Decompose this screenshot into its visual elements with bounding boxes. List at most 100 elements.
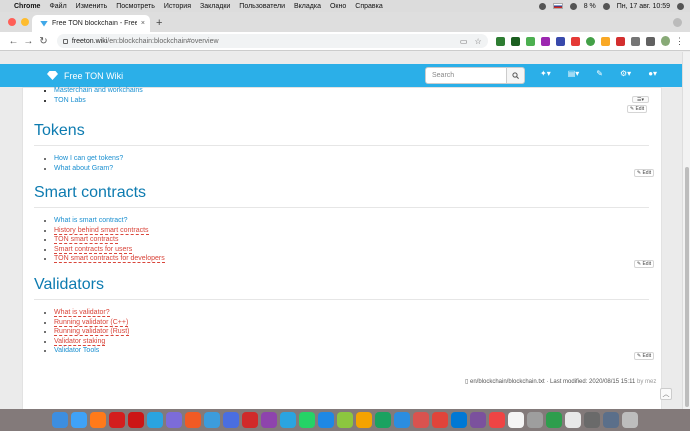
search-spotlight-icon[interactable] xyxy=(602,2,610,10)
app-icon[interactable] xyxy=(356,412,372,428)
battery-level[interactable]: 8 % xyxy=(584,3,596,10)
tools-icon[interactable]: ✦▾ xyxy=(540,69,551,78)
trash-icon[interactable] xyxy=(622,412,638,428)
puzzle-icon[interactable] xyxy=(645,36,655,46)
wiki-brand[interactable]: Free TON Wiki xyxy=(64,71,123,81)
back-to-top-button[interactable]: ︿ xyxy=(660,388,672,400)
extension-icon[interactable] xyxy=(540,36,550,46)
user-icon[interactable]: ●▾ xyxy=(648,69,657,78)
calendar-icon[interactable] xyxy=(508,412,524,428)
app-icon[interactable] xyxy=(166,412,182,428)
profile-avatar[interactable] xyxy=(660,36,670,46)
firefox-icon[interactable] xyxy=(90,412,106,428)
yandex-icon[interactable] xyxy=(109,412,125,428)
edge-icon[interactable] xyxy=(204,412,220,428)
search-button[interactable] xyxy=(507,67,525,84)
search-input[interactable]: Search xyxy=(425,67,507,84)
link-validator-tools[interactable]: Validator Tools xyxy=(54,347,99,354)
extension-icon[interactable] xyxy=(570,36,580,46)
grammarly-icon[interactable] xyxy=(585,36,595,46)
minimize-window-button[interactable] xyxy=(21,18,29,26)
tab-search-icon[interactable] xyxy=(673,18,682,27)
link-what-is-validator[interactable]: What is validator? xyxy=(54,309,110,317)
menu-users[interactable]: Пользователи xyxy=(239,3,285,10)
app-icon[interactable] xyxy=(223,412,239,428)
menu-kebab-icon[interactable]: ⋮ xyxy=(675,36,684,47)
edit-button[interactable]: ✎ Edit xyxy=(634,169,654,177)
finder-icon[interactable] xyxy=(52,412,68,428)
app-icon[interactable] xyxy=(394,412,410,428)
link-what-is-smart-contract[interactable]: What is smart contract? xyxy=(54,217,128,224)
app-icon[interactable] xyxy=(546,412,562,428)
link-masterchain[interactable]: Masterchain and workchains xyxy=(54,87,143,94)
bookmark-star-icon[interactable]: ☆ xyxy=(474,37,481,46)
control-center-icon[interactable] xyxy=(677,2,684,10)
extension-icon[interactable] xyxy=(555,36,565,46)
clock[interactable]: Пн, 17 авг. 10:59 xyxy=(617,3,670,10)
vivaldi-icon[interactable] xyxy=(242,412,258,428)
menu-file[interactable]: Файл xyxy=(49,3,66,10)
link-running-validator-cpp[interactable]: Running validator (C++) xyxy=(54,318,129,327)
lock-icon[interactable] xyxy=(62,38,68,44)
whatsapp-icon[interactable] xyxy=(299,412,315,428)
extension-icon[interactable] xyxy=(495,36,505,46)
menu-bookmarks[interactable]: Закладки xyxy=(200,3,230,10)
diamond-logo-icon[interactable] xyxy=(47,71,58,81)
link-history-smart-contracts[interactable]: History behind smart contracts xyxy=(54,226,149,235)
app-icon[interactable] xyxy=(413,412,429,428)
extension-icon[interactable] xyxy=(600,36,610,46)
scrollbar-thumb[interactable] xyxy=(685,167,689,407)
link-validator-staking[interactable]: Validator staking xyxy=(54,337,106,346)
active-tab[interactable]: Free TON blockchain - Free TO × xyxy=(32,15,150,32)
app-icon[interactable] xyxy=(337,412,353,428)
app-store-icon[interactable] xyxy=(318,412,334,428)
extension-icon[interactable] xyxy=(630,36,640,46)
edit-button[interactable]: ✎ Edit xyxy=(627,105,647,113)
app-icon[interactable] xyxy=(261,412,277,428)
menu-app-name[interactable]: Chrome xyxy=(14,3,40,10)
extension-icon[interactable] xyxy=(510,36,520,46)
edit-button[interactable]: ✎ Edit xyxy=(634,352,654,360)
link-ton-smart-contracts[interactable]: TON smart contracts xyxy=(54,236,119,244)
app-icon[interactable] xyxy=(527,412,543,428)
app-icon[interactable] xyxy=(489,412,505,428)
menu-edit[interactable]: Изменить xyxy=(76,3,108,10)
safari-icon[interactable] xyxy=(71,412,87,428)
edit-button[interactable]: ✎ Edit xyxy=(634,260,654,268)
app-icon[interactable] xyxy=(451,412,467,428)
link-smart-contracts-users[interactable]: Smart contracts for users xyxy=(54,245,133,254)
back-button[interactable]: ← xyxy=(6,36,21,47)
close-window-button[interactable] xyxy=(8,18,16,26)
app-icon[interactable] xyxy=(584,412,600,428)
extension-icon[interactable] xyxy=(615,36,625,46)
telegram-icon[interactable] xyxy=(147,412,163,428)
link-about-gram[interactable]: What about Gram? xyxy=(54,165,113,172)
opera-icon[interactable] xyxy=(128,412,144,428)
menu-tab[interactable]: Вкладка xyxy=(294,3,321,10)
input-language-flag-icon[interactable] xyxy=(552,3,563,9)
menu-help[interactable]: Справка xyxy=(355,3,382,10)
app-icon[interactable] xyxy=(280,412,296,428)
tab-close-icon[interactable]: × xyxy=(141,20,145,27)
address-bar[interactable]: freeton.wiki /en:blockchain:blockchain#o… xyxy=(56,34,488,48)
menu-history[interactable]: История xyxy=(164,3,191,10)
app-icon[interactable] xyxy=(432,412,448,428)
link-running-validator-rust[interactable]: Running validator (Rust) xyxy=(54,328,130,336)
install-icon[interactable]: ▭ xyxy=(460,37,468,46)
app-icon[interactable] xyxy=(603,412,619,428)
page-scrollbar[interactable] xyxy=(682,52,690,409)
wifi-icon[interactable] xyxy=(569,2,577,10)
extension-icon[interactable] xyxy=(525,36,535,46)
app-icon[interactable] xyxy=(375,412,391,428)
link-get-tokens[interactable]: How I can get tokens? xyxy=(54,155,123,162)
settings-icon[interactable]: ⚙▾ xyxy=(620,69,631,78)
toc-toggle-button[interactable]: ☰▾ xyxy=(632,96,649,103)
link-ton-labs[interactable]: TON Labs xyxy=(54,97,86,104)
status-icon[interactable] xyxy=(538,2,546,10)
menu-window[interactable]: Окно xyxy=(330,3,346,10)
app-icon[interactable] xyxy=(565,412,581,428)
viber-icon[interactable] xyxy=(470,412,486,428)
forward-button[interactable]: → xyxy=(21,36,36,47)
new-tab-button[interactable]: + xyxy=(156,17,162,29)
brave-icon[interactable] xyxy=(185,412,201,428)
